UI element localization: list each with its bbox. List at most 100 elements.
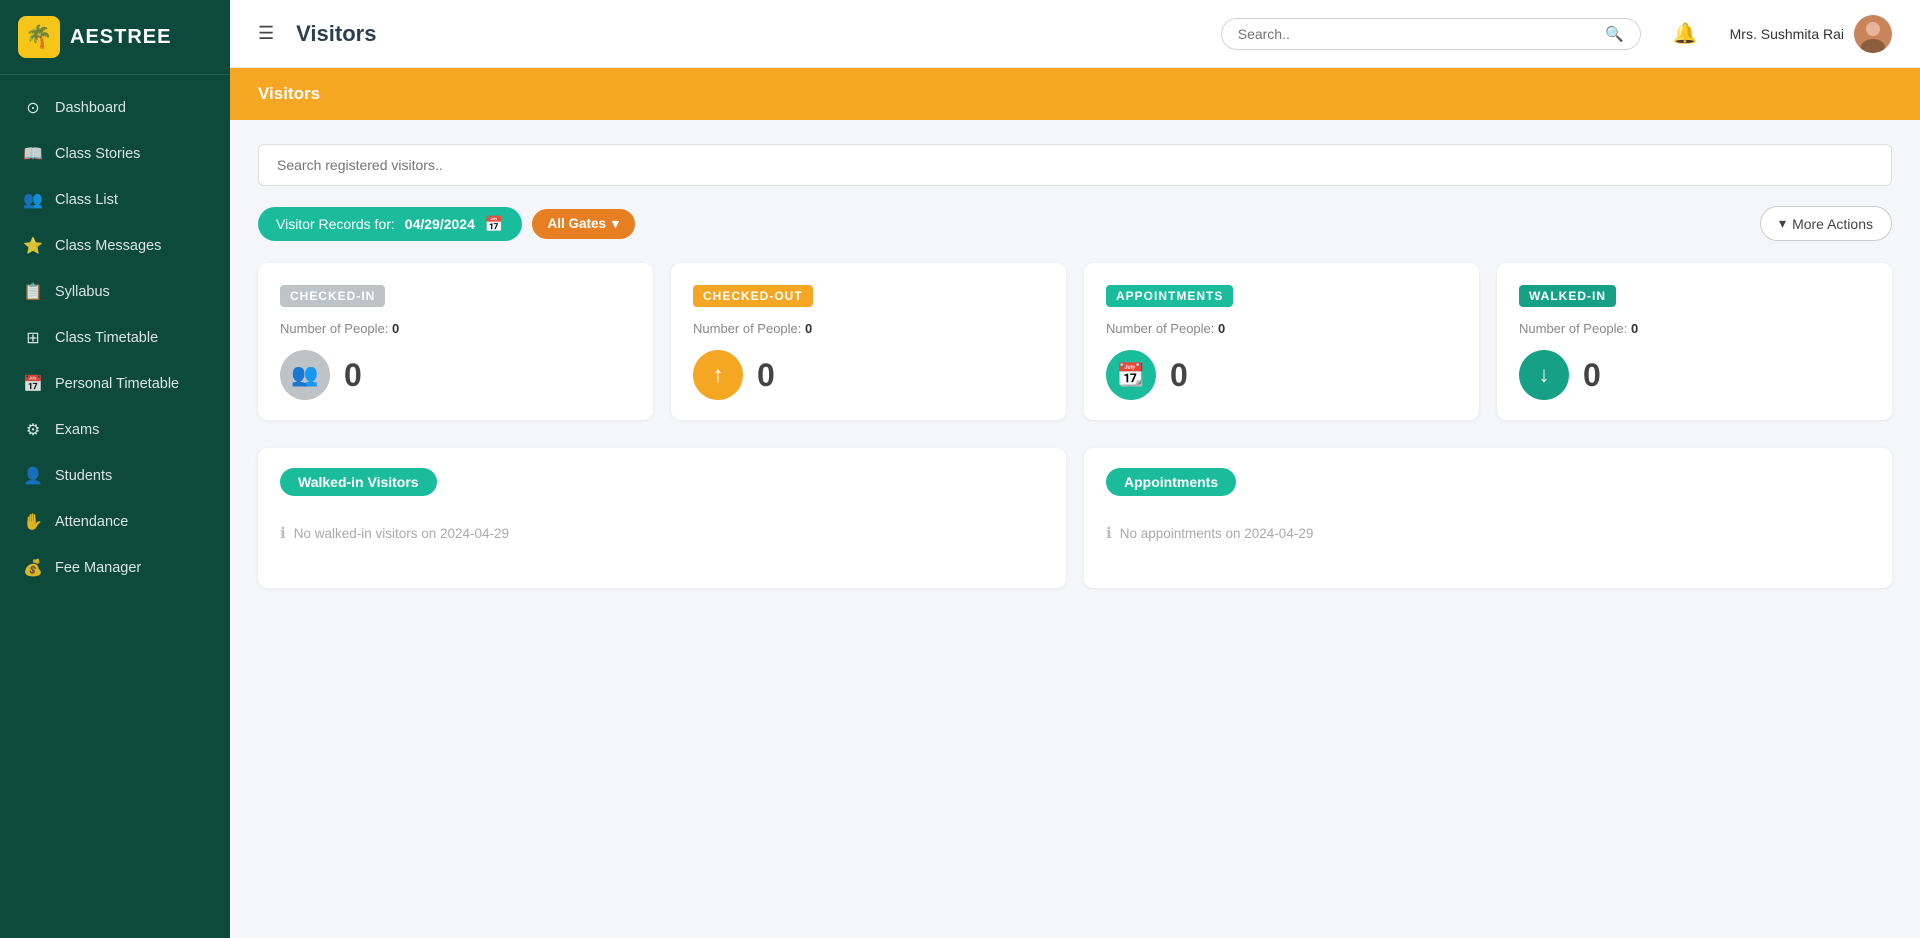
stat-count: 0 xyxy=(805,321,812,336)
sidebar-item-label: Class List xyxy=(55,192,118,208)
more-actions-chevron-icon: ▾ xyxy=(1779,215,1786,232)
info-icon: ℹ xyxy=(280,524,286,542)
section-walked-in-visitors: Walked-in Visitors ℹ No walked-in visito… xyxy=(258,448,1066,588)
stat-count: 0 xyxy=(392,321,399,336)
sidebar-item-label: Syllabus xyxy=(55,284,110,300)
sidebar-item-syllabus[interactable]: 📋 Syllabus xyxy=(0,269,230,315)
sidebar-item-exams[interactable]: ⚙ Exams xyxy=(0,407,230,453)
gates-filter-button[interactable]: All Gates ▾ xyxy=(532,209,635,239)
sidebar-item-personal-timetable[interactable]: 📅 Personal Timetable xyxy=(0,361,230,407)
stat-card-checked-out: CHECKED-OUT Number of People: 0 ↑ 0 xyxy=(671,263,1066,420)
avatar xyxy=(1854,15,1892,53)
stat-number: 0 xyxy=(344,357,362,394)
bell-icon[interactable]: 🔔 xyxy=(1673,21,1698,46)
sidebar-icon: 📖 xyxy=(23,144,43,164)
sidebar-icon: ⭐ xyxy=(23,236,43,256)
sidebar-item-class-messages[interactable]: ⭐ Class Messages xyxy=(0,223,230,269)
stat-badge: CHECKED-IN xyxy=(280,285,385,307)
stat-number: 0 xyxy=(1583,357,1601,394)
stat-badge: WALKED-IN xyxy=(1519,285,1616,307)
info-icon: ℹ xyxy=(1106,524,1112,542)
empty-text: No appointments on 2024-04-29 xyxy=(1120,526,1314,541)
bottom-sections: Walked-in Visitors ℹ No walked-in visito… xyxy=(258,448,1892,588)
sidebar-item-class-stories[interactable]: 📖 Class Stories xyxy=(0,131,230,177)
chevron-down-icon: ▾ xyxy=(612,216,619,232)
page-banner: Visitors xyxy=(230,68,1920,120)
sidebar-item-attendance[interactable]: ✋ Attendance xyxy=(0,499,230,545)
sidebar-icon: 📅 xyxy=(23,374,43,394)
search-bar: 🔍 xyxy=(1221,18,1641,50)
sidebar-icon: ⚙ xyxy=(23,420,43,440)
sidebar-icon: 👥 xyxy=(23,190,43,210)
sidebar-icon: ⊙ xyxy=(23,98,43,118)
stat-count-label: Number of People: 0 xyxy=(1106,321,1457,336)
sidebar-icon: 💰 xyxy=(23,558,43,578)
sidebar-item-label: Students xyxy=(55,468,112,484)
main-area: ☰ Visitors 🔍 🔔 Mrs. Sushmita Rai Visitor… xyxy=(230,0,1920,938)
stat-count-label: Number of People: 0 xyxy=(693,321,1044,336)
stat-icon: 👥 xyxy=(280,350,330,400)
visitor-search-input[interactable] xyxy=(258,144,1892,186)
sidebar-item-label: Class Stories xyxy=(55,146,140,162)
sidebar-item-dashboard[interactable]: ⊙ Dashboard xyxy=(0,85,230,131)
stat-number: 0 xyxy=(757,357,775,394)
stat-card-checked-in: CHECKED-IN Number of People: 0 👥 0 xyxy=(258,263,653,420)
sidebar-item-fee-manager[interactable]: 💰 Fee Manager xyxy=(0,545,230,591)
gates-label: All Gates xyxy=(548,216,607,231)
section-empty-message: ℹ No appointments on 2024-04-29 xyxy=(1106,514,1870,552)
search-input[interactable] xyxy=(1238,26,1597,42)
sidebar-item-students[interactable]: 👤 Students xyxy=(0,453,230,499)
sidebar-item-label: Class Timetable xyxy=(55,330,158,346)
calendar-icon: 📅 xyxy=(485,215,504,233)
stat-card-walked-in: WALKED-IN Number of People: 0 ↓ 0 xyxy=(1497,263,1892,420)
sidebar-item-label: Attendance xyxy=(55,514,128,530)
sidebar-icon: 📋 xyxy=(23,282,43,302)
username: Mrs. Sushmita Rai xyxy=(1730,26,1844,42)
stat-icon: 📆 xyxy=(1106,350,1156,400)
search-icon: 🔍 xyxy=(1605,25,1624,43)
section-appointments: Appointments ℹ No appointments on 2024-0… xyxy=(1084,448,1892,588)
sidebar-logo: 🌴 AESTREE xyxy=(0,0,230,75)
stat-badge: CHECKED-OUT xyxy=(693,285,813,307)
empty-text: No walked-in visitors on 2024-04-29 xyxy=(294,526,509,541)
logo-icon: 🌴 xyxy=(18,16,60,58)
stat-count: 0 xyxy=(1218,321,1225,336)
user-profile[interactable]: Mrs. Sushmita Rai xyxy=(1730,15,1892,53)
sidebar-item-label: Dashboard xyxy=(55,100,126,116)
menu-icon[interactable]: ☰ xyxy=(258,23,274,44)
stat-number: 0 xyxy=(1170,357,1188,394)
page-title: Visitors xyxy=(296,21,376,47)
sidebar-item-class-timetable[interactable]: ⊞ Class Timetable xyxy=(0,315,230,361)
section-tag: Appointments xyxy=(1106,468,1236,496)
stat-bottom: ↓ 0 xyxy=(1519,350,1870,400)
filter-bar: Visitor Records for: 04/29/2024 📅 All Ga… xyxy=(258,206,1892,241)
sidebar-item-label: Exams xyxy=(55,422,99,438)
sidebar-item-class-list[interactable]: 👥 Class List xyxy=(0,177,230,223)
stat-card-appointments: APPOINTMENTS Number of People: 0 📆 0 xyxy=(1084,263,1479,420)
sidebar-item-label: Personal Timetable xyxy=(55,376,179,392)
sidebar-nav: ⊙ Dashboard📖 Class Stories👥 Class List⭐ … xyxy=(0,75,230,601)
filter-records: Visitor Records for: 04/29/2024 📅 xyxy=(258,207,522,241)
stat-count-label: Number of People: 0 xyxy=(280,321,631,336)
stat-bottom: 📆 0 xyxy=(1106,350,1457,400)
sidebar-icon: ⊞ xyxy=(23,328,43,348)
header: ☰ Visitors 🔍 🔔 Mrs. Sushmita Rai xyxy=(230,0,1920,68)
stat-icon: ↑ xyxy=(693,350,743,400)
stat-bottom: ↑ 0 xyxy=(693,350,1044,400)
stat-count-label: Number of People: 0 xyxy=(1519,321,1870,336)
app-name: AESTREE xyxy=(70,26,171,49)
more-actions-button[interactable]: ▾ More Actions xyxy=(1760,206,1892,241)
filter-records-label: Visitor Records for: xyxy=(276,216,395,232)
stat-bottom: 👥 0 xyxy=(280,350,631,400)
stats-grid: CHECKED-IN Number of People: 0 👥 0 CHECK… xyxy=(258,263,1892,420)
sidebar-icon: ✋ xyxy=(23,512,43,532)
sidebar-item-label: Fee Manager xyxy=(55,560,141,576)
filter-date: 04/29/2024 xyxy=(405,216,475,232)
sidebar-item-label: Class Messages xyxy=(55,238,161,254)
section-empty-message: ℹ No walked-in visitors on 2024-04-29 xyxy=(280,514,1044,552)
stat-icon: ↓ xyxy=(1519,350,1569,400)
sidebar: 🌴 AESTREE ⊙ Dashboard📖 Class Stories👥 Cl… xyxy=(0,0,230,938)
more-actions-label: More Actions xyxy=(1792,216,1873,232)
stat-count: 0 xyxy=(1631,321,1638,336)
stat-badge: APPOINTMENTS xyxy=(1106,285,1233,307)
